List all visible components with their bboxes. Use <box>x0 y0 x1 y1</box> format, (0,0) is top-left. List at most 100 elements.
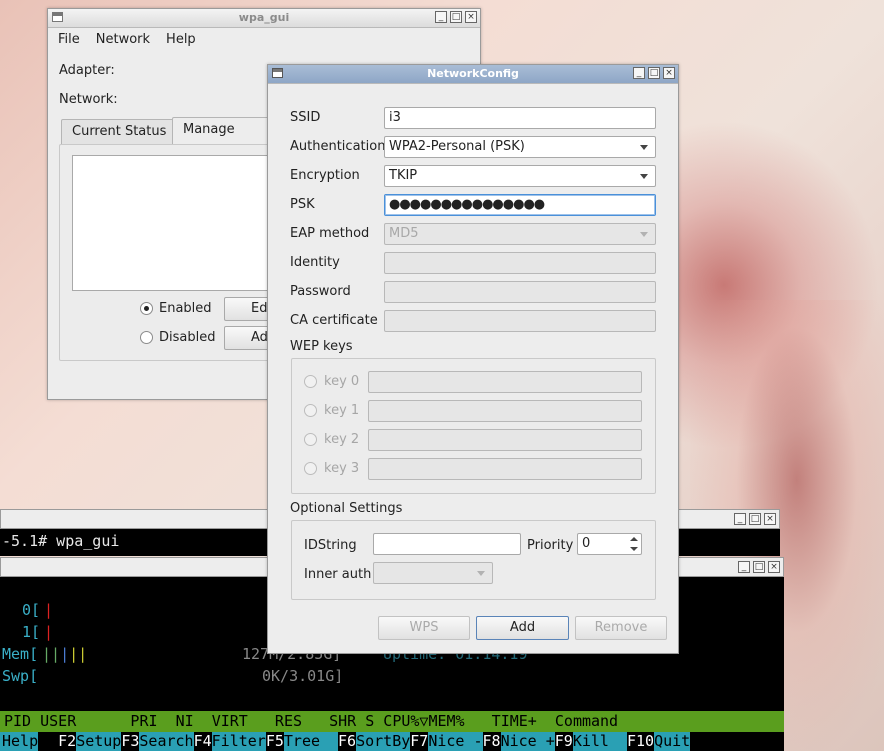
cpu0-meter: 0[ <box>22 601 41 619</box>
menu-file[interactable]: File <box>58 32 80 47</box>
wep-key0-radio[interactable] <box>304 375 317 388</box>
fkey-f4-key: F4 <box>193 732 212 750</box>
close-icon[interactable]: × <box>663 67 675 79</box>
fkey-f7[interactable]: Nice - <box>428 732 483 751</box>
minimize-icon[interactable]: _ <box>734 513 746 525</box>
wpa-gui-titlebar[interactable]: wpa_gui _ □ × <box>48 9 480 28</box>
minimize-icon[interactable]: _ <box>435 11 447 23</box>
fkey-f8-key: F8 <box>482 732 501 750</box>
shell-prompt: -5.1# wpa_gui <box>2 532 120 550</box>
fkey-f3-key: F3 <box>121 732 140 750</box>
enabled-label: Enabled <box>159 301 212 316</box>
fkey-f3[interactable]: Search <box>139 732 194 751</box>
swp-value: 0K/3.01G] <box>262 667 344 685</box>
spin-arrows-icon[interactable] <box>628 535 640 553</box>
fkey-f10[interactable]: Quit <box>654 732 691 751</box>
add-button[interactable]: Add <box>476 616 569 640</box>
close-icon[interactable]: × <box>768 561 780 573</box>
close-icon[interactable]: × <box>465 11 477 23</box>
fkey-f9-key: F9 <box>554 732 573 750</box>
wep-key3-radio[interactable] <box>304 462 317 475</box>
window-title: wpa_gui <box>238 11 290 24</box>
fkey-f6[interactable]: SortBy <box>356 732 411 751</box>
eap-method-select[interactable]: MD5 <box>384 223 656 245</box>
cpu1-bar: | <box>44 623 54 641</box>
wep-key0-input[interactable] <box>368 371 642 393</box>
password-input[interactable] <box>384 281 656 303</box>
fkey-f6-key: F6 <box>338 732 357 750</box>
swp-label: Swp[ <box>2 667 39 685</box>
fkey-f8[interactable]: Nice + <box>500 732 555 751</box>
wep-key2-label: key 2 <box>324 432 360 447</box>
close-icon[interactable]: × <box>764 513 776 525</box>
auth-select[interactable]: WPA2-Personal (PSK) <box>384 136 656 158</box>
tab-manage-networks[interactable]: Manage Netw <box>172 117 282 161</box>
mem-bars: ||||| <box>42 645 88 663</box>
htop-fkey-bar: Help F2 Setup F3 Search F4 Filter F5 Tre… <box>0 732 784 751</box>
cpu0-bar: | <box>44 601 54 619</box>
wps-button[interactable]: WPS <box>378 616 470 640</box>
minimize-icon[interactable]: _ <box>738 561 750 573</box>
fkey-f2[interactable]: Setup <box>76 732 122 751</box>
window-menu-icon[interactable] <box>52 12 63 22</box>
fkey-f5[interactable]: Tree <box>283 732 339 751</box>
network-config-dialog: NetworkConfig _ □ × SSID i3 Authenticati… <box>267 64 679 654</box>
maximize-icon[interactable]: □ <box>450 11 462 23</box>
psk-label: PSK <box>290 197 315 212</box>
idstring-input[interactable] <box>373 533 521 555</box>
fkey-f4[interactable]: Filter <box>211 732 266 751</box>
encryption-label: Encryption <box>290 168 360 183</box>
remove-button[interactable]: Remove <box>575 616 667 640</box>
maximize-icon[interactable]: □ <box>753 561 765 573</box>
cpu1-meter: 1[ <box>22 623 41 641</box>
identity-input[interactable] <box>384 252 656 274</box>
maximize-icon[interactable]: □ <box>749 513 761 525</box>
dialog-title: NetworkConfig <box>427 67 519 80</box>
ca-certificate-input[interactable] <box>384 310 656 332</box>
disabled-radio[interactable] <box>140 331 153 344</box>
adapter-label: Adapter: <box>59 63 115 78</box>
wep-key2-radio[interactable] <box>304 433 317 446</box>
wep-key2-input[interactable] <box>368 429 642 451</box>
fkey-f7-key: F7 <box>410 732 429 750</box>
inner-auth-select[interactable] <box>373 562 493 584</box>
mem-label: Mem[ <box>2 645 39 663</box>
fkey-f5-key: F5 <box>265 732 284 750</box>
menu-bar: File Network Help <box>48 28 480 50</box>
fkey-f2-key: F2 <box>58 732 77 750</box>
encryption-select[interactable]: TKIP <box>384 165 656 187</box>
inner-auth-label: Inner auth <box>304 567 372 582</box>
window-menu-icon[interactable] <box>272 68 283 78</box>
menu-help[interactable]: Help <box>166 32 196 47</box>
wep-key1-input[interactable] <box>368 400 642 422</box>
eap-method-label: EAP method <box>290 226 370 241</box>
wep-key3-label: key 3 <box>324 461 360 476</box>
ssid-label: SSID <box>290 110 321 125</box>
enabled-radio[interactable] <box>140 302 153 315</box>
wep-key0-label: key 0 <box>324 374 360 389</box>
network-config-titlebar[interactable]: NetworkConfig _ □ × <box>268 65 678 84</box>
tab-current-status[interactable]: Current Status <box>61 119 178 145</box>
htop-column-header: PID USER PRI NI VIRT RES SHR S CPU%▽MEM%… <box>4 712 619 730</box>
menu-network[interactable]: Network <box>96 32 150 47</box>
priority-spinbox[interactable]: 0 <box>577 533 642 555</box>
psk-input[interactable]: ●●●●●●●●●●●●●●● <box>384 194 656 216</box>
ca-certificate-label: CA certificate <box>290 313 378 328</box>
optional-settings-label: Optional Settings <box>290 501 403 516</box>
fkey-f9[interactable]: Kill <box>572 732 627 751</box>
fkey-f1[interactable]: Help <box>0 732 39 751</box>
auth-label: Authentication <box>290 139 386 154</box>
fkey-f10-key: F10 <box>626 732 655 750</box>
priority-value: 0 <box>582 536 591 551</box>
minimize-icon[interactable]: _ <box>633 67 645 79</box>
wep-key1-radio[interactable] <box>304 404 317 417</box>
optional-settings-group <box>291 520 656 600</box>
network-label: Network: <box>59 92 118 107</box>
priority-label: Priority <box>527 538 574 553</box>
wep-keys-label: WEP keys <box>290 339 353 354</box>
password-label: Password <box>290 284 351 299</box>
idstring-label: IDString <box>304 538 357 553</box>
wep-key3-input[interactable] <box>368 458 642 480</box>
maximize-icon[interactable]: □ <box>648 67 660 79</box>
ssid-input[interactable]: i3 <box>384 107 656 129</box>
